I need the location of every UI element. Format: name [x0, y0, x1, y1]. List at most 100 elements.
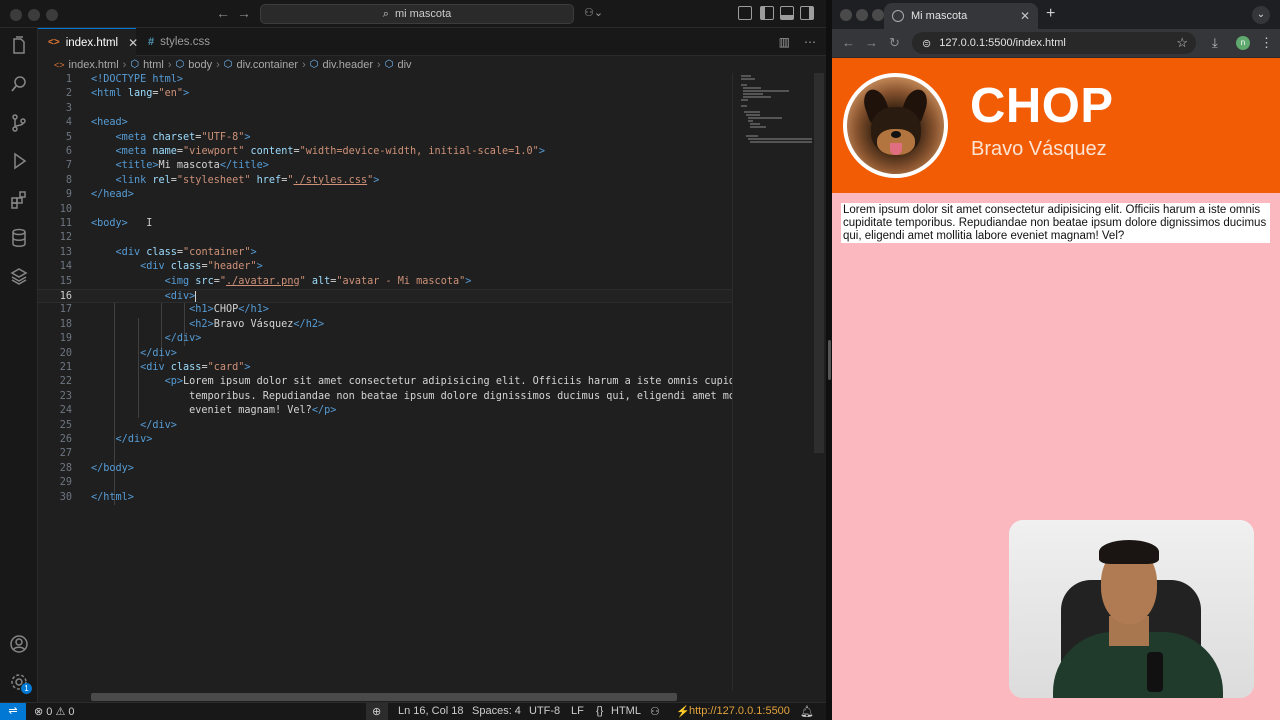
braces-icon: {} — [596, 705, 604, 717]
page-heading: CHOP — [970, 79, 1114, 133]
breadcrumb-item[interactable]: div — [397, 59, 411, 71]
maximize-window-dot[interactable] — [46, 9, 58, 21]
code-line: 27 — [59, 448, 72, 460]
breadcrumb-item[interactable]: index.html — [69, 59, 119, 71]
browser-tab-strip: Mi mascota ✕ + ⌄ — [832, 0, 1280, 29]
tab-index-html[interactable]: <> index.html ✕ — [38, 28, 138, 56]
element-icon: ⬡ — [175, 59, 185, 70]
site-info-icon[interactable]: ⊜ — [922, 37, 931, 50]
element-icon: ⬡ — [130, 59, 140, 70]
explorer-icon[interactable] — [9, 36, 29, 56]
close-window-dot[interactable] — [840, 9, 852, 21]
chevron-right-icon: › — [122, 58, 127, 71]
breadcrumb-item[interactable]: div.header — [322, 59, 373, 71]
screen: ← → ⌕ mi mascota ⚇⌄ 1 <> index.html ✕ # … — [0, 0, 1280, 720]
toggle-panel-icon[interactable] — [780, 6, 794, 20]
title-bar: ← → ⌕ mi mascota ⚇⌄ — [0, 0, 826, 28]
code-line: 19 </div> — [59, 333, 202, 345]
resize-handle[interactable] — [828, 340, 831, 380]
extensions-icon[interactable] — [9, 190, 29, 210]
browser-toolbar: ← → ↻ ⊜ 127.0.0.1:5500/index.html ☆ ⤓ n … — [832, 29, 1280, 58]
remote-icon[interactable]: ⇌ — [0, 703, 26, 720]
toggle-secondary-sidebar-icon[interactable] — [800, 6, 814, 20]
indentation[interactable]: Spaces: 4 — [472, 705, 521, 717]
element-icon: ⬡ — [309, 59, 319, 70]
layers-icon[interactable] — [9, 266, 29, 286]
code-line: 14 <div class="header"> — [59, 261, 263, 273]
live-server-status[interactable]: http://127.0.0.1:5500 — [689, 705, 790, 717]
code-line: 8 <link rel="stylesheet" href="./styles.… — [65, 174, 380, 186]
vertical-scrollbar[interactable] — [814, 73, 824, 453]
html-file-icon: <> — [54, 59, 65, 70]
close-window-dot[interactable] — [10, 9, 22, 21]
code-line: 30 </html> — [59, 491, 134, 503]
toggle-primary-sidebar-icon[interactable] — [760, 6, 774, 20]
breadcrumb-item[interactable]: body — [188, 59, 212, 71]
breadcrumb-item[interactable]: div.container — [237, 59, 299, 71]
microphone-icon — [1147, 652, 1163, 692]
forward-arrow-icon[interactable]: → — [237, 5, 251, 21]
more-actions-icon[interactable]: ⋯ — [804, 35, 816, 49]
back-icon[interactable]: ← — [842, 35, 855, 50]
code-line: 26 </div> — [59, 434, 153, 445]
account-icon[interactable] — [9, 634, 29, 654]
copilot-status-icon[interactable]: ⚇ — [650, 705, 660, 718]
code-editor[interactable]: 1 <!DOCTYPE html> 2 <html lang="en"> 3 4 <h… — [38, 73, 732, 691]
element-icon: ⬡ — [223, 59, 233, 70]
code-line-current: 16 <div> — [38, 289, 732, 304]
customize-layout-icon[interactable] — [738, 6, 752, 20]
reload-icon[interactable]: ↻ — [889, 35, 900, 51]
avatar-dog-image — [843, 73, 948, 178]
code-line: 10 — [59, 203, 72, 215]
forward-icon[interactable]: → — [865, 35, 878, 50]
browser-tab-title: Mi mascota — [911, 10, 968, 22]
code-line: 25 </div> — [59, 419, 177, 431]
tab-styles-css[interactable]: # styles.css — [138, 28, 220, 56]
cursor-position[interactable]: Ln 16, Col 18 — [398, 705, 463, 717]
minimize-window-dot[interactable] — [856, 9, 868, 21]
minimap[interactable] — [732, 73, 812, 691]
encoding[interactable]: UTF-8 — [529, 705, 560, 717]
code-line: 5 <meta charset="UTF-8"> — [65, 131, 251, 143]
code-line: 13 <div class="container"> — [59, 246, 257, 258]
download-icon[interactable]: ⤓ — [1212, 35, 1218, 51]
database-icon[interactable] — [9, 228, 29, 248]
command-center-search[interactable]: ⌕ mi mascota — [260, 4, 574, 24]
bookmark-star-icon[interactable]: ☆ — [1176, 35, 1188, 51]
close-tab-icon[interactable]: ✕ — [1020, 9, 1030, 23]
address-bar[interactable]: ⊜ 127.0.0.1:5500/index.html ☆ — [912, 32, 1196, 54]
status-bar: ⇌ ⊗ 0 ⚠ 0 ⊕ Ln 16, Col 18 Spaces: 4 UTF-… — [0, 702, 826, 720]
code-line: 9 </head> — [65, 189, 134, 201]
search-icon: ⌕ — [382, 7, 389, 20]
notifications-bell-icon[interactable]: 🔔︎ — [800, 705, 814, 718]
menu-kebab-icon[interactable]: ⋮ — [1260, 35, 1273, 51]
minimize-window-dot[interactable] — [28, 9, 40, 21]
run-debug-icon[interactable] — [9, 151, 29, 171]
browser-tab[interactable]: Mi mascota ✕ — [884, 3, 1038, 29]
search-icon[interactable] — [9, 74, 29, 94]
end-of-line[interactable]: LF — [571, 705, 584, 717]
code-line: 23 temporibus. Repudiandae non beatae ip… — [59, 390, 732, 402]
breadcrumb: <> index.html › ⬡ html › ⬡ body › ⬡ div.… — [38, 56, 826, 73]
url-text: 127.0.0.1:5500/index.html — [939, 37, 1066, 49]
back-arrow-icon[interactable]: ← — [216, 5, 230, 21]
tab-search-icon[interactable]: ⌄ — [1252, 6, 1270, 24]
accounts-badge: 1 — [21, 683, 32, 694]
close-tab-icon[interactable]: ✕ — [128, 36, 138, 50]
copilot-icon[interactable]: ⚇⌄ — [584, 6, 603, 19]
code-line: 20 </div> — [59, 347, 177, 359]
card-paragraph: Lorem ipsum dolor sit amet consectetur a… — [841, 203, 1270, 244]
problems-indicator[interactable]: ⊗ 0 ⚠ 0 — [34, 705, 75, 718]
source-control-icon[interactable] — [9, 113, 29, 133]
breadcrumb-item[interactable]: html — [143, 59, 164, 71]
profile-avatar[interactable]: n — [1236, 36, 1250, 50]
tab-label: index.html — [65, 36, 119, 49]
horizontal-scrollbar[interactable] — [91, 693, 677, 701]
new-tab-icon[interactable]: + — [1046, 5, 1055, 23]
language-mode[interactable]: HTML — [611, 705, 641, 717]
zoom-icon[interactable]: ⊕ — [366, 703, 388, 720]
vscode-window: ← → ⌕ mi mascota ⚇⌄ 1 <> index.html ✕ # … — [0, 0, 826, 720]
split-editor-icon[interactable]: ▥ — [779, 35, 790, 49]
maximize-window-dot[interactable] — [872, 9, 884, 21]
chevron-right-icon: › — [377, 58, 381, 71]
